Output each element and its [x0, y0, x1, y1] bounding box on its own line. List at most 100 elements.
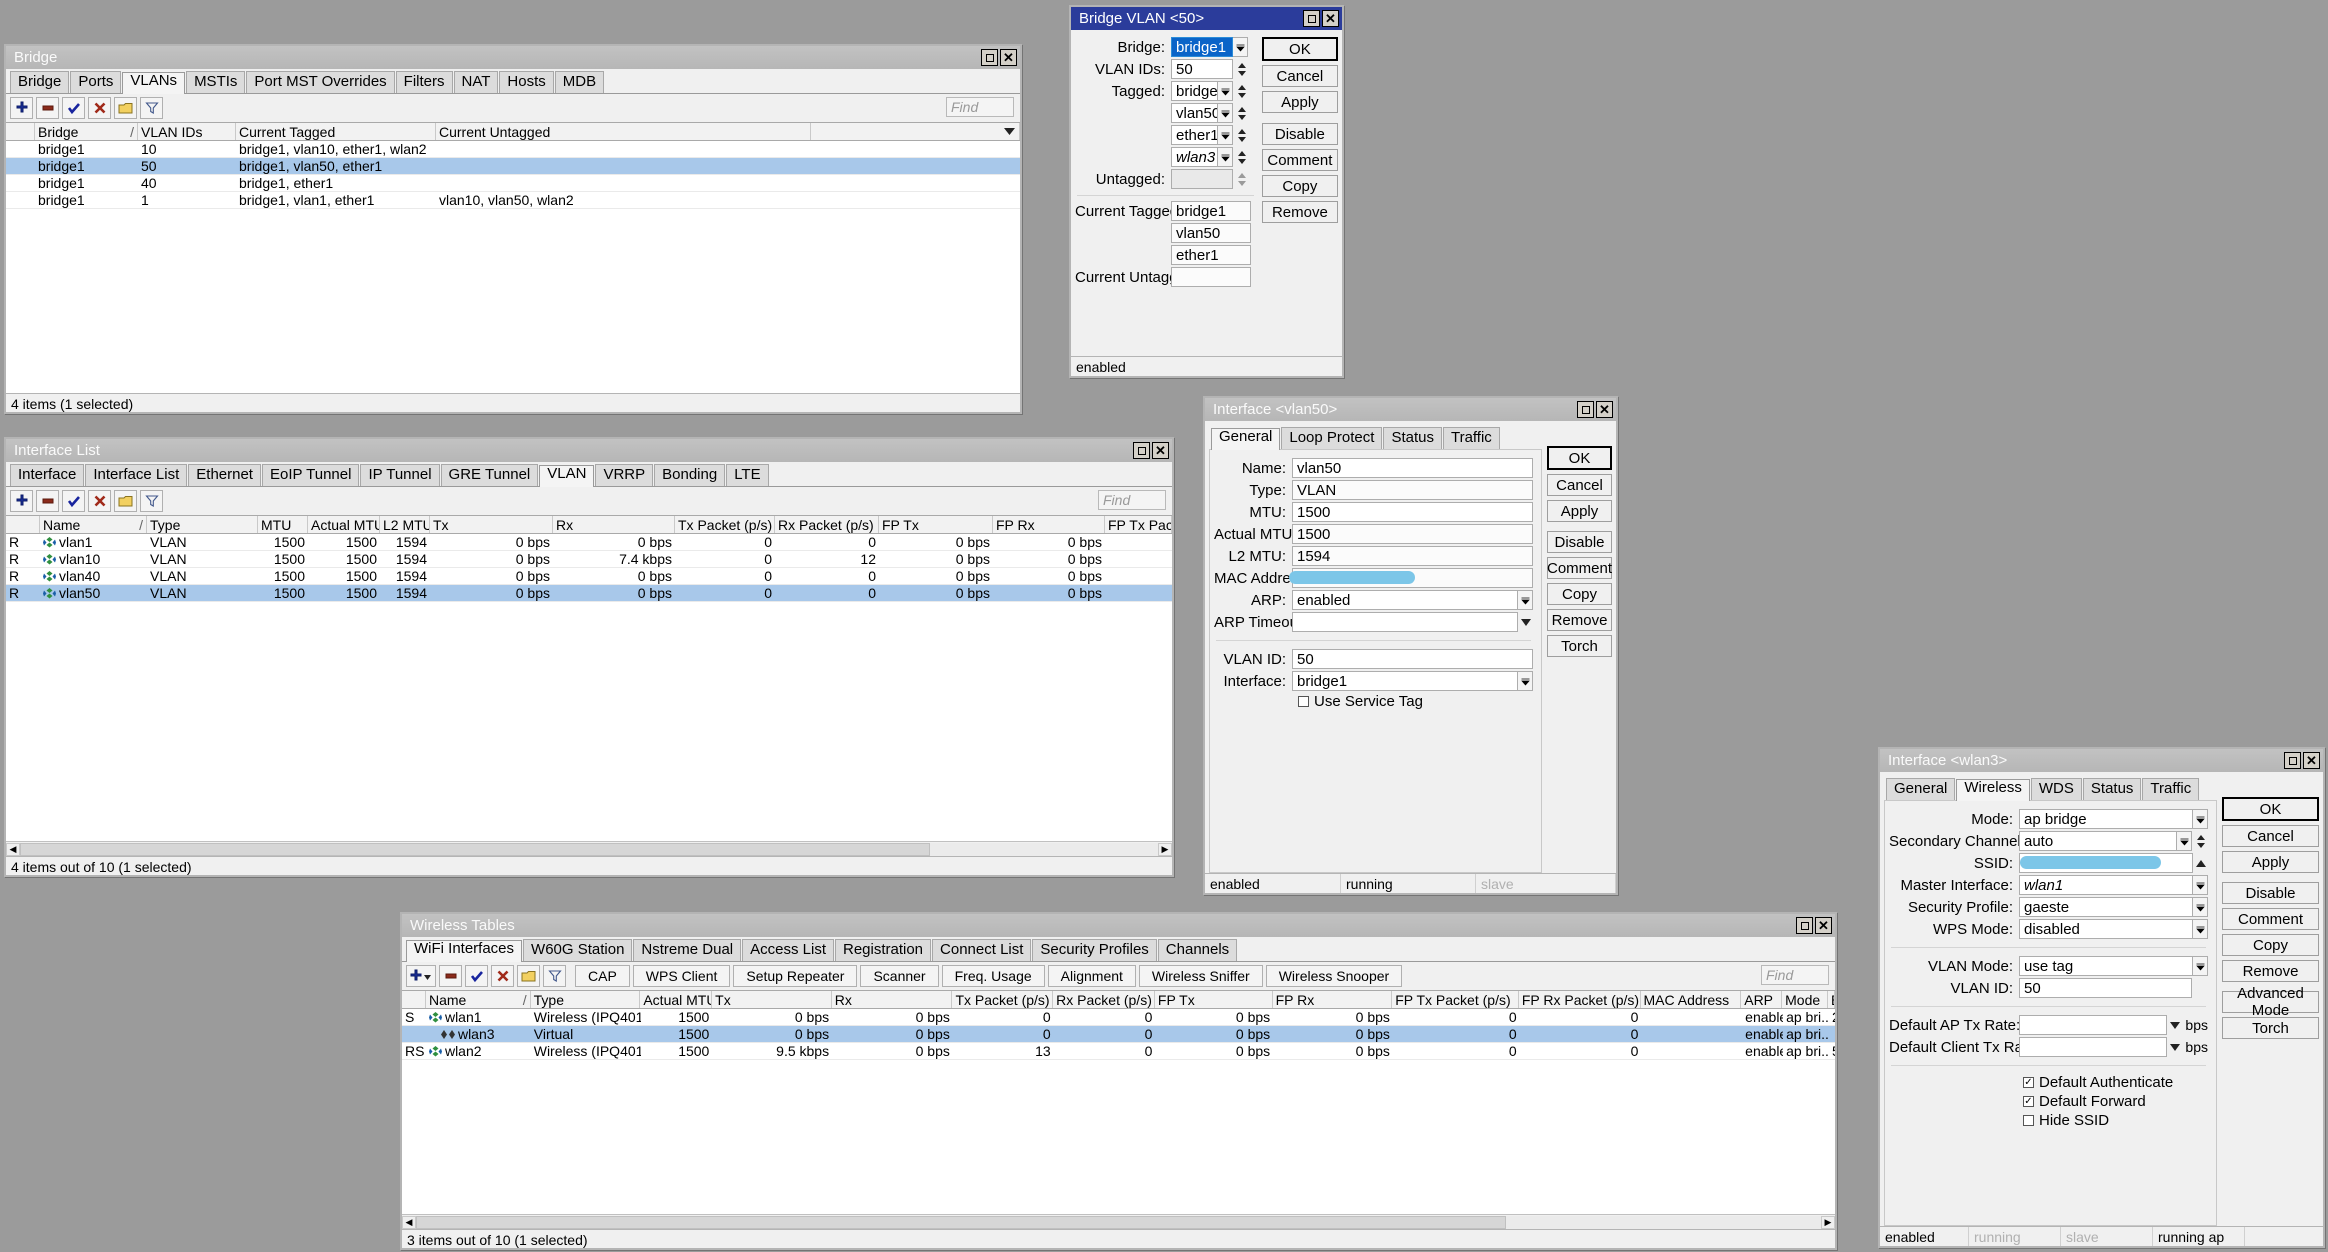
vlan-ids-value[interactable]: 50 — [1171, 59, 1233, 79]
chevron-down-icon[interactable] — [1218, 147, 1233, 167]
field-mtu[interactable]: MTU: 1500 — [1214, 502, 1533, 522]
tab-access-list[interactable]: Access List — [742, 939, 834, 961]
master-interface-value[interactable]: wlan1 — [2019, 875, 2193, 895]
tab-vrrp[interactable]: VRRP — [595, 464, 654, 486]
column-header-tx-packet[interactable]: Tx Packet (p/s) — [952, 991, 1054, 1008]
cap-button[interactable]: CAP — [575, 965, 630, 987]
chevron-up-icon[interactable] — [2193, 853, 2208, 873]
vlan-id-value[interactable]: 50 — [1292, 649, 1533, 669]
tab-registration[interactable]: Registration — [834, 939, 932, 961]
disable-button[interactable]: Disable — [1547, 531, 1612, 553]
tab-loop-protect[interactable]: Loop Protect — [1281, 427, 1383, 449]
disable-button[interactable]: Disable — [1261, 123, 1338, 145]
field-untagged[interactable]: Untagged: — [1075, 169, 1256, 189]
torch-button[interactable]: Torch — [2222, 1017, 2319, 1039]
tab-mdb[interactable]: MDB — [554, 71, 605, 93]
tab-interface[interactable]: Interface — [10, 464, 85, 486]
table-row[interactable]: bridge1 10 bridge1, vlan10, ether1, wlan… — [6, 141, 1020, 158]
column-header-fp-tx-packet[interactable]: FP Tx Packet (p/s) — [1392, 991, 1519, 1008]
interface-wlan3-tabs[interactable]: General Wireless WDS Status Traffic — [1884, 775, 2217, 801]
bridge-window[interactable]: Bridge ✕ Bridge Ports VLANs MSTIs Port M… — [4, 44, 1022, 414]
maximize-icon[interactable] — [1133, 442, 1150, 459]
table-row[interactable]: wlan3 Virtual 1500 0 bps 0 bps 0 0 0 bps… — [402, 1026, 1835, 1043]
table-row[interactable]: bridge1 40 bridge1, ether1 — [6, 175, 1020, 192]
enable-icon[interactable] — [62, 490, 85, 512]
spinner-up-down-icon[interactable] — [1235, 147, 1249, 167]
interface-wlan3-titlebar[interactable]: Interface <wlan3> ✕ — [1880, 749, 2323, 772]
column-header-actual-mtu[interactable]: Actual MTU — [640, 991, 713, 1008]
close-icon[interactable]: ✕ — [1000, 49, 1017, 66]
cancel-button[interactable]: Cancel — [2222, 825, 2319, 847]
field-use-service-tag[interactable]: Use Service Tag — [1214, 693, 1533, 710]
security-profile-value[interactable]: gaeste — [2019, 897, 2193, 917]
column-header-mac-address[interactable]: MAC Address — [1641, 991, 1742, 1008]
scanner-button[interactable]: Scanner — [860, 965, 939, 987]
spinner-up-down-icon[interactable] — [1235, 169, 1249, 189]
interface-vlan50-dialog[interactable]: Interface <vlan50> ✕ General Loop Protec… — [1203, 396, 1618, 895]
tab-port-mst-overrides[interactable]: Port MST Overrides — [246, 71, 395, 93]
column-header-arp[interactable]: ARP — [1741, 991, 1783, 1008]
wireless-sniffer-button[interactable]: Wireless Sniffer — [1138, 965, 1263, 987]
tab-general[interactable]: General — [1886, 778, 1956, 800]
field-tagged-3[interactable]: ether1 — [1075, 125, 1256, 145]
tab-gre-tunnel[interactable]: GRE Tunnel — [440, 464, 539, 486]
close-icon[interactable]: ✕ — [1596, 401, 1613, 418]
tab-traffic[interactable]: Traffic — [2142, 778, 2200, 800]
ok-button[interactable]: OK — [1261, 37, 1338, 61]
ok-button[interactable]: OK — [1547, 446, 1612, 470]
field-vlan-id[interactable]: VLAN ID: 50 — [1214, 649, 1533, 669]
field-default-forward[interactable]: ✓ Default Forward — [1889, 1093, 2208, 1110]
field-arp-timeout[interactable]: ARP Timeout: — [1214, 612, 1533, 632]
setup-repeater-button[interactable]: Setup Repeater — [733, 965, 858, 987]
wps-client-button[interactable]: WPS Client — [632, 965, 731, 987]
tab-connect-list[interactable]: Connect List — [932, 939, 1032, 961]
enable-icon[interactable] — [62, 97, 85, 119]
table-row[interactable]: S wlan1 Wireless (IPQ4019) 1500 0 bps 0 … — [402, 1009, 1835, 1026]
field-bridge[interactable]: Bridge: bridge1 — [1075, 37, 1256, 57]
column-chooser-button[interactable] — [811, 123, 1020, 140]
copy-button[interactable]: Copy — [1261, 175, 1338, 197]
remove-button[interactable]: Remove — [2222, 960, 2319, 982]
close-icon[interactable]: ✕ — [1815, 917, 1832, 934]
chevron-down-icon[interactable] — [2177, 831, 2192, 851]
disable-icon[interactable] — [88, 97, 111, 119]
interface-wlan3-dialog[interactable]: Interface <wlan3> ✕ General Wireless WDS… — [1878, 747, 2325, 1248]
default-forward-checkbox[interactable]: ✓ — [2023, 1096, 2034, 1107]
arp-timeout-value[interactable] — [1292, 612, 1518, 632]
field-default-authenticate[interactable]: ✓ Default Authenticate — [1889, 1074, 2208, 1091]
arp-value[interactable]: enabled — [1292, 590, 1518, 610]
bridge-toolbar[interactable]: Find — [6, 94, 1020, 122]
freq-usage-button[interactable]: Freq. Usage — [941, 965, 1045, 987]
bridge-tabs[interactable]: Bridge Ports VLANs MSTIs Port MST Overri… — [6, 69, 1020, 94]
field-default-client-tx-rate[interactable]: Default Client Tx Rate: bps — [1889, 1037, 2208, 1057]
search-input[interactable]: Find — [1098, 490, 1166, 510]
horizontal-scrollbar[interactable]: ◀ ▶ — [6, 841, 1172, 856]
scroll-right-arrow-icon[interactable]: ▶ — [1158, 842, 1172, 856]
tab-nstreme-dual[interactable]: Nstreme Dual — [633, 939, 742, 961]
chevron-down-icon[interactable] — [2167, 1037, 2183, 1057]
scrollbar-thumb[interactable] — [20, 842, 930, 856]
tab-status[interactable]: Status — [1383, 427, 1442, 449]
field-mode[interactable]: Mode: ap bridge — [1889, 809, 2208, 829]
chevron-down-icon[interactable] — [2193, 919, 2208, 939]
comment-icon[interactable] — [517, 965, 540, 987]
column-header-flags[interactable] — [6, 123, 35, 140]
hide-ssid-checkbox[interactable] — [2023, 1115, 2034, 1126]
add-icon[interactable] — [10, 490, 33, 512]
chevron-down-icon[interactable] — [1218, 81, 1233, 101]
tagged-value-3[interactable]: ether1 — [1171, 125, 1218, 145]
remove-icon[interactable] — [36, 490, 59, 512]
secondary-channel-value[interactable]: auto — [2019, 831, 2177, 851]
wps-mode-value[interactable]: disabled — [2019, 919, 2193, 939]
column-header-fp-rx[interactable]: FP Rx — [993, 516, 1105, 533]
interface-vlan50-tabs[interactable]: General Loop Protect Status Traffic — [1209, 424, 1542, 450]
column-header-tx-packet[interactable]: Tx Packet (p/s) — [675, 516, 775, 533]
search-input[interactable]: Find — [1761, 965, 1829, 985]
chevron-down-icon[interactable] — [1518, 612, 1533, 632]
field-security-profile[interactable]: Security Profile: gaeste — [1889, 897, 2208, 917]
disable-button[interactable]: Disable — [2222, 882, 2319, 904]
maximize-icon[interactable] — [2284, 752, 2301, 769]
tab-status[interactable]: Status — [2082, 778, 2142, 800]
mode-value[interactable]: ap bridge — [2019, 809, 2193, 829]
cancel-button[interactable]: Cancel — [1261, 65, 1338, 87]
